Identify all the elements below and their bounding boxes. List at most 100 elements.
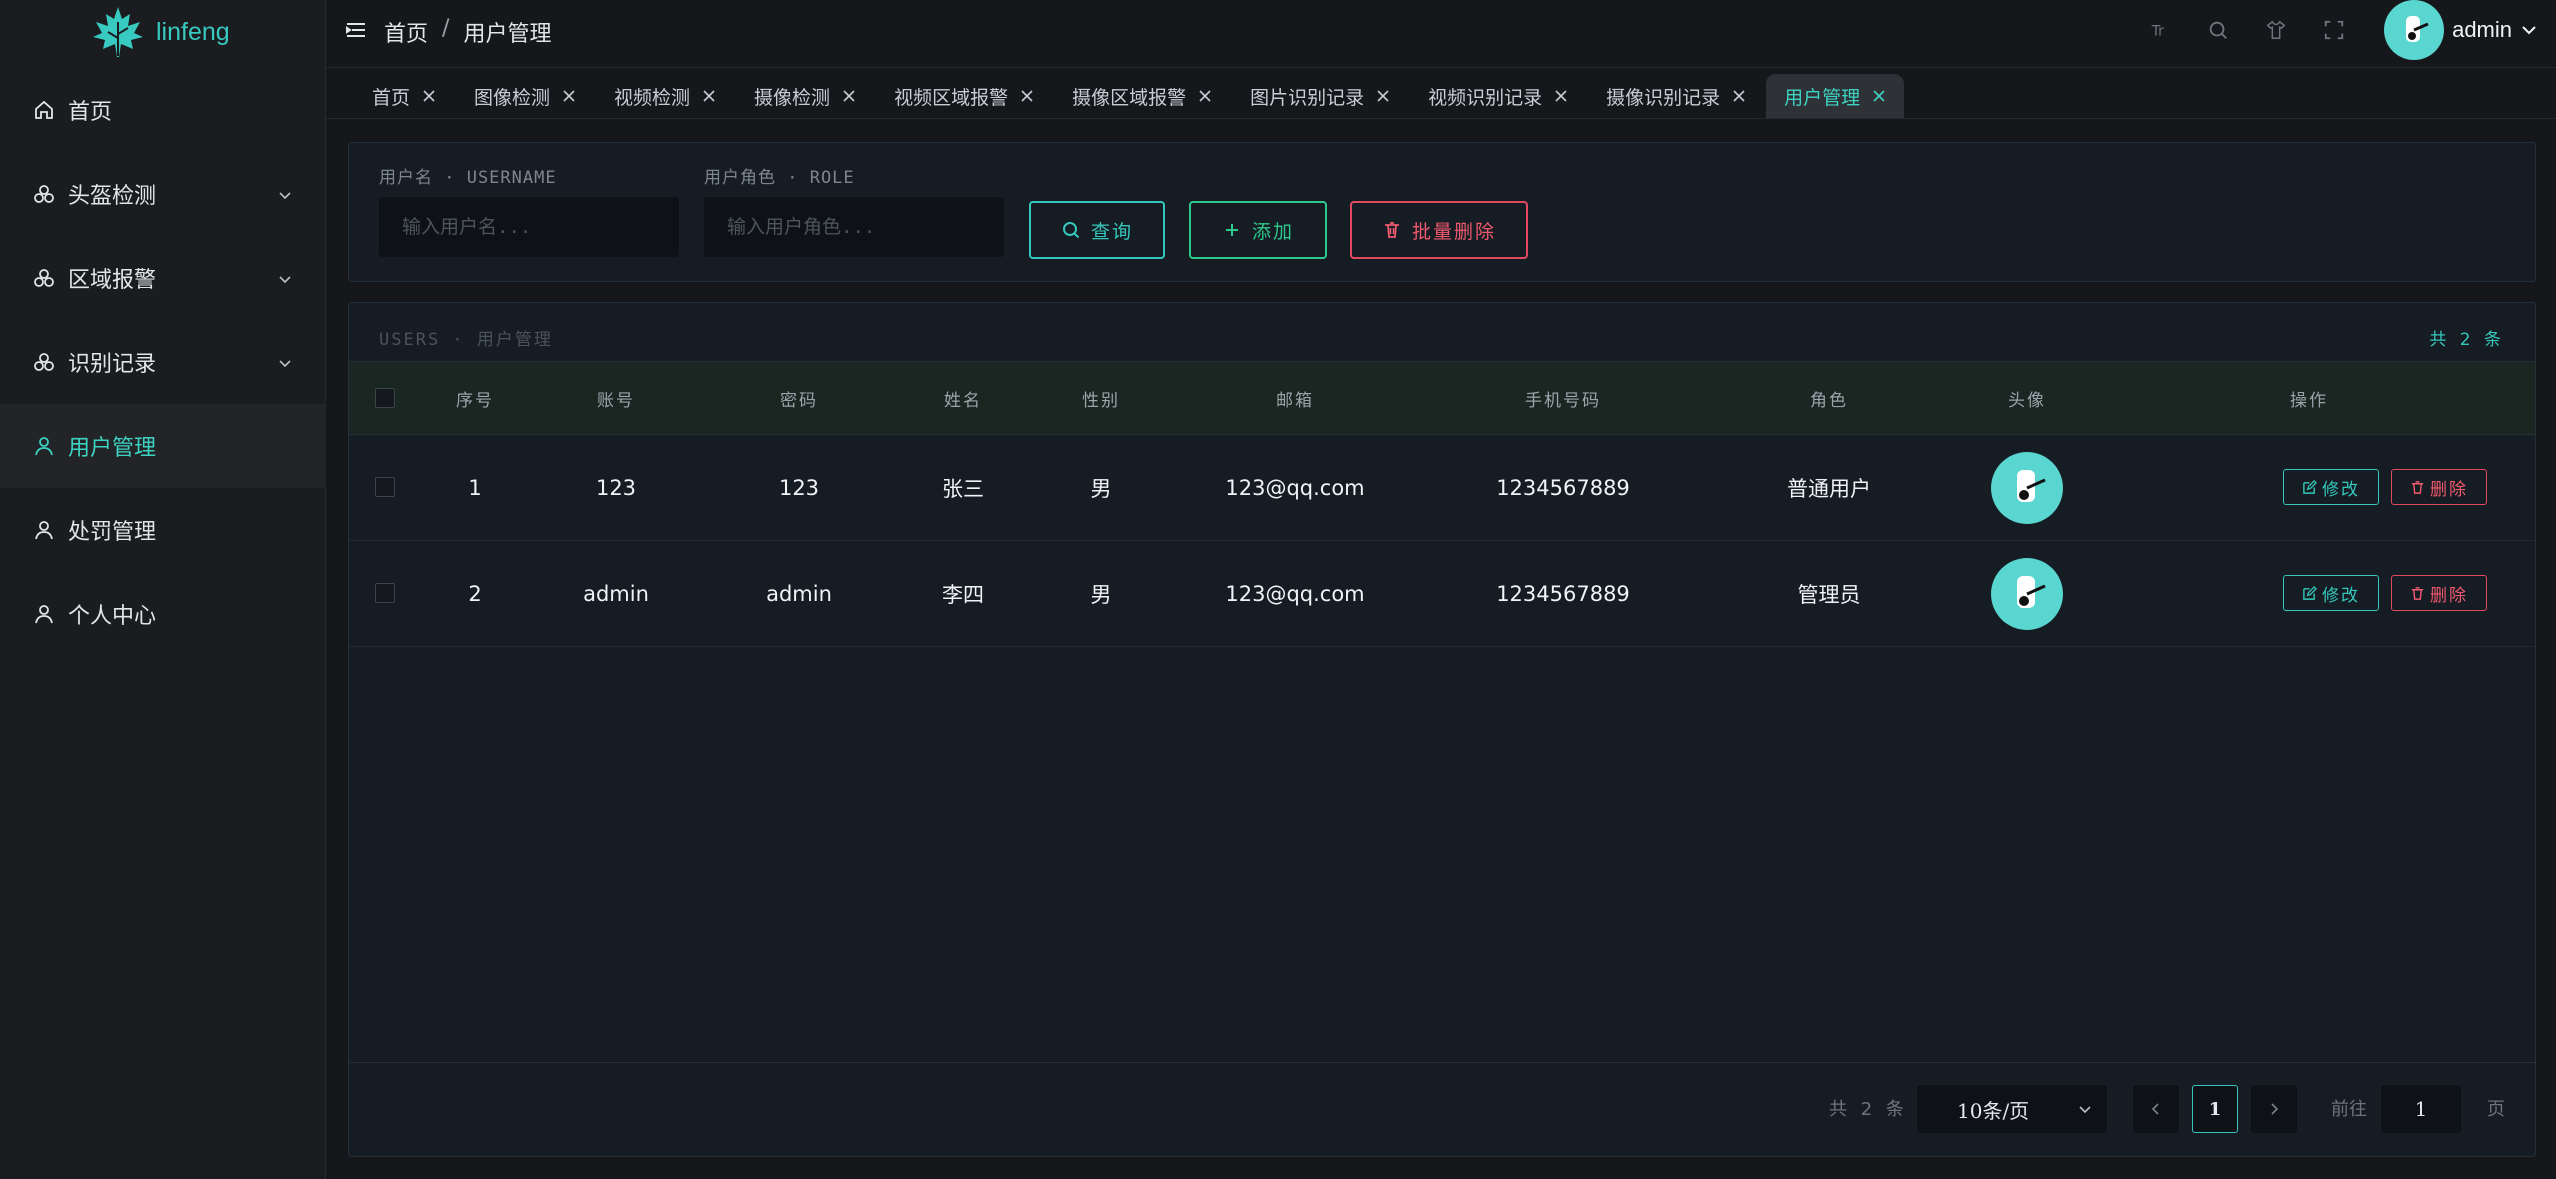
chevron-down-icon <box>276 185 294 203</box>
sidebar-item[interactable]: 个人中心 <box>0 572 326 656</box>
close-icon[interactable] <box>702 89 716 103</box>
table-header: 序号 账号 密码 姓名 性别 邮箱 手机号码 角色 头像 操作 <box>349 361 2535 435</box>
sidebar-item[interactable]: 首页 <box>0 68 326 152</box>
chevron-down-icon <box>276 269 294 287</box>
modules-icon <box>32 182 56 206</box>
tab-label: 视频检测 <box>614 86 691 109</box>
delete-button[interactable]: 删除 <box>2391 469 2487 505</box>
pagination: 共 2 条 10条/页 1 前往 页 <box>349 1062 2535 1156</box>
query-button[interactable]: 查询 <box>1029 201 1165 259</box>
fullscreen-icon[interactable] <box>2322 18 2346 42</box>
collapse-menu-icon[interactable] <box>344 18 368 42</box>
chevron-left-icon <box>2151 1103 2159 1115</box>
tab-label: 摄像区域报警 <box>1072 86 1187 109</box>
cell-email: 123@qq.com <box>1225 582 1365 606</box>
search-icon[interactable] <box>2206 18 2230 42</box>
table-count: 共 2 条 <box>2429 330 2505 350</box>
tab[interactable]: 摄像区域报警 <box>1054 74 1230 118</box>
delete-button-label: 删除 <box>2430 585 2468 606</box>
tab[interactable]: 视频识别记录 <box>1410 74 1586 118</box>
user-menu[interactable]: admin <box>2384 0 2538 60</box>
chevron-right-icon <box>2271 1103 2279 1115</box>
edit-icon <box>2302 479 2317 495</box>
close-icon[interactable] <box>422 89 436 103</box>
tab[interactable]: 首页 <box>354 74 454 118</box>
font-size-icon[interactable]: Tr <box>2148 18 2172 42</box>
cell-role: 管理员 <box>1797 583 1861 607</box>
close-icon[interactable] <box>1020 89 1034 103</box>
app-name: linfeng <box>156 17 230 46</box>
select-all-checkbox[interactable] <box>375 388 395 408</box>
username-input[interactable] <box>379 197 679 257</box>
close-icon[interactable] <box>1554 89 1568 103</box>
sidebar-item[interactable]: 区域报警 <box>0 236 326 320</box>
chevron-down-icon <box>276 353 294 371</box>
trash-icon <box>2410 586 2425 601</box>
sidebar-item[interactable]: 识别记录 <box>0 320 326 404</box>
goto-label: 前往 <box>2331 1099 2367 1120</box>
app-logo[interactable]: linfeng <box>90 0 230 64</box>
tab[interactable]: 用户管理 <box>1766 74 1905 118</box>
batch-delete-button[interactable]: 批量删除 <box>1350 201 1528 259</box>
sidebar-item-label: 个人中心 <box>68 604 157 629</box>
sidebar-menu: 首页头盔检测 区域报警识别记录用户管理 处罚管理个人中心 <box>0 68 326 656</box>
modules-icon <box>32 350 56 374</box>
sidebar-item-label: 识别记录 <box>68 352 157 377</box>
tab[interactable]: 摄像识别记录 <box>1588 74 1764 118</box>
username-filter-label: 用户名 · USERNAME <box>379 168 557 188</box>
tab[interactable]: 视频区域报警 <box>876 74 1052 118</box>
column-header: 账号 <box>597 390 635 411</box>
delete-button[interactable]: 删除 <box>2391 575 2487 611</box>
cell-gender: 男 <box>1090 477 1112 501</box>
close-icon[interactable] <box>1872 89 1886 103</box>
tab-label: 摄像识别记录 <box>1606 86 1721 109</box>
sidebar-item[interactable]: 用户管理 <box>0 404 326 488</box>
close-icon[interactable] <box>562 89 576 103</box>
cell-account: admin <box>583 582 649 606</box>
tab[interactable]: 图像检测 <box>456 74 594 118</box>
add-button[interactable]: 添加 <box>1189 201 1327 259</box>
close-icon[interactable] <box>842 89 856 103</box>
goto-page-input[interactable] <box>2381 1085 2461 1133</box>
tab[interactable]: 视频检测 <box>596 74 734 118</box>
header-tools: Tr <box>2148 18 2346 42</box>
column-header: 姓名 <box>944 390 982 411</box>
pagination-total: 共 2 条 <box>1829 1099 1908 1120</box>
breadcrumb-home[interactable]: 首页 <box>384 16 428 48</box>
column-header: 操作 <box>2290 390 2328 411</box>
page-number-button[interactable]: 1 <box>2192 1085 2238 1133</box>
close-icon[interactable] <box>1198 89 1212 103</box>
tab-label: 用户管理 <box>1784 86 1861 109</box>
column-header: 头像 <box>2008 390 2046 411</box>
sidebar-item[interactable]: 处罚管理 <box>0 488 326 572</box>
header-username: admin <box>2452 17 2512 42</box>
add-button-label: 添加 <box>1251 220 1294 243</box>
page-size-value: 10条/页 <box>1957 1098 2030 1123</box>
theme-icon[interactable] <box>2264 18 2288 42</box>
chevron-down-icon <box>2522 26 2536 35</box>
next-page-button[interactable] <box>2251 1085 2297 1133</box>
role-filter-label: 用户角色 · ROLE <box>704 168 855 188</box>
goto-unit: 页 <box>2487 1099 2505 1120</box>
sidebar-item[interactable]: 头盔检测 <box>0 152 326 236</box>
edit-button[interactable]: 修改 <box>2283 469 2379 505</box>
page-size-select[interactable]: 10条/页 <box>1917 1085 2107 1133</box>
close-icon[interactable] <box>1376 89 1390 103</box>
cell-account: 123 <box>595 476 637 500</box>
avatar-image <box>2406 16 2429 42</box>
column-header: 角色 <box>1810 390 1848 411</box>
sidebar-item-label: 首页 <box>68 100 113 125</box>
tab[interactable]: 摄像检测 <box>736 74 874 118</box>
prev-page-button[interactable] <box>2133 1085 2179 1133</box>
tabs-bar: 首页 图像检测 视频检测 摄像检测 视频区域报警 摄像区域报警 图片识别记录 视频识别记录 摄像… <box>326 69 2556 119</box>
tab[interactable]: 图片识别记录 <box>1232 74 1408 118</box>
avatar <box>1991 558 2063 630</box>
chevron-down-icon <box>2079 1106 2091 1114</box>
tab-label: 摄像检测 <box>754 86 831 109</box>
edit-button[interactable]: 修改 <box>2283 575 2379 611</box>
cell-phone: 1234567889 <box>1496 476 1630 500</box>
close-icon[interactable] <box>1732 89 1746 103</box>
breadcrumb-current: 用户管理 <box>463 22 552 47</box>
column-header: 邮箱 <box>1276 390 1314 411</box>
role-input[interactable] <box>704 197 1004 257</box>
